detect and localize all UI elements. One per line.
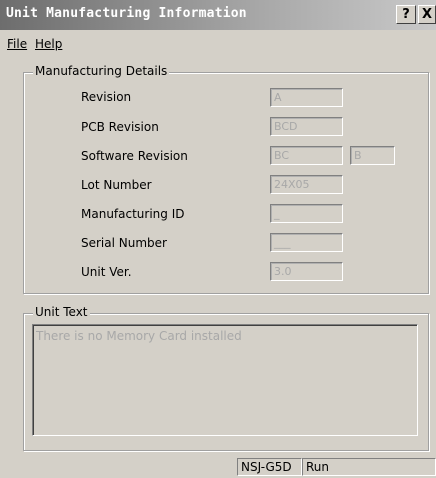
revision-field[interactable]: A	[270, 88, 343, 107]
unit-ver-label: Unit Ver.	[81, 265, 132, 279]
unit-manufacturing-window: Unit Manufacturing Information ? X File …	[0, 0, 436, 478]
software-revision-field[interactable]: BC	[270, 146, 343, 165]
pcb-revision-field[interactable]: BCD	[270, 117, 343, 136]
menu-help[interactable]: Help	[35, 37, 62, 51]
pcb-revision-label: PCB Revision	[81, 120, 159, 134]
unit-ver-field[interactable]: 3.0	[270, 262, 343, 281]
software-revision-label: Software Revision	[81, 149, 188, 163]
help-title-button[interactable]: ?	[396, 5, 416, 24]
lot-number-label: Lot Number	[81, 178, 152, 192]
lot-number-field[interactable]: 24X05	[270, 175, 343, 194]
status-bar: NSJ-G5D Run	[0, 456, 436, 478]
status-mode: Run	[302, 458, 436, 476]
serial-number-field[interactable]: ___	[270, 233, 343, 252]
status-model: NSJ-G5D	[237, 458, 302, 476]
menu-bar: File Help	[0, 34, 436, 54]
serial-number-label: Serial Number	[81, 236, 167, 250]
manufacturing-details-legend: Manufacturing Details	[33, 64, 170, 78]
window-title: Unit Manufacturing Information	[6, 6, 247, 21]
title-bar[interactable]: Unit Manufacturing Information ? X	[0, 0, 436, 30]
unit-text-legend: Unit Text	[33, 305, 90, 319]
revision-label: Revision	[81, 90, 132, 104]
menu-file[interactable]: File	[7, 37, 27, 51]
software-revision-field-2[interactable]: B	[350, 146, 395, 165]
unit-text-area[interactable]: There is no Memory Card installed	[32, 324, 418, 436]
close-title-button[interactable]: X	[418, 5, 436, 24]
manufacturing-id-field[interactable]: _	[270, 204, 343, 223]
manufacturing-id-label: Manufacturing ID	[81, 207, 185, 221]
